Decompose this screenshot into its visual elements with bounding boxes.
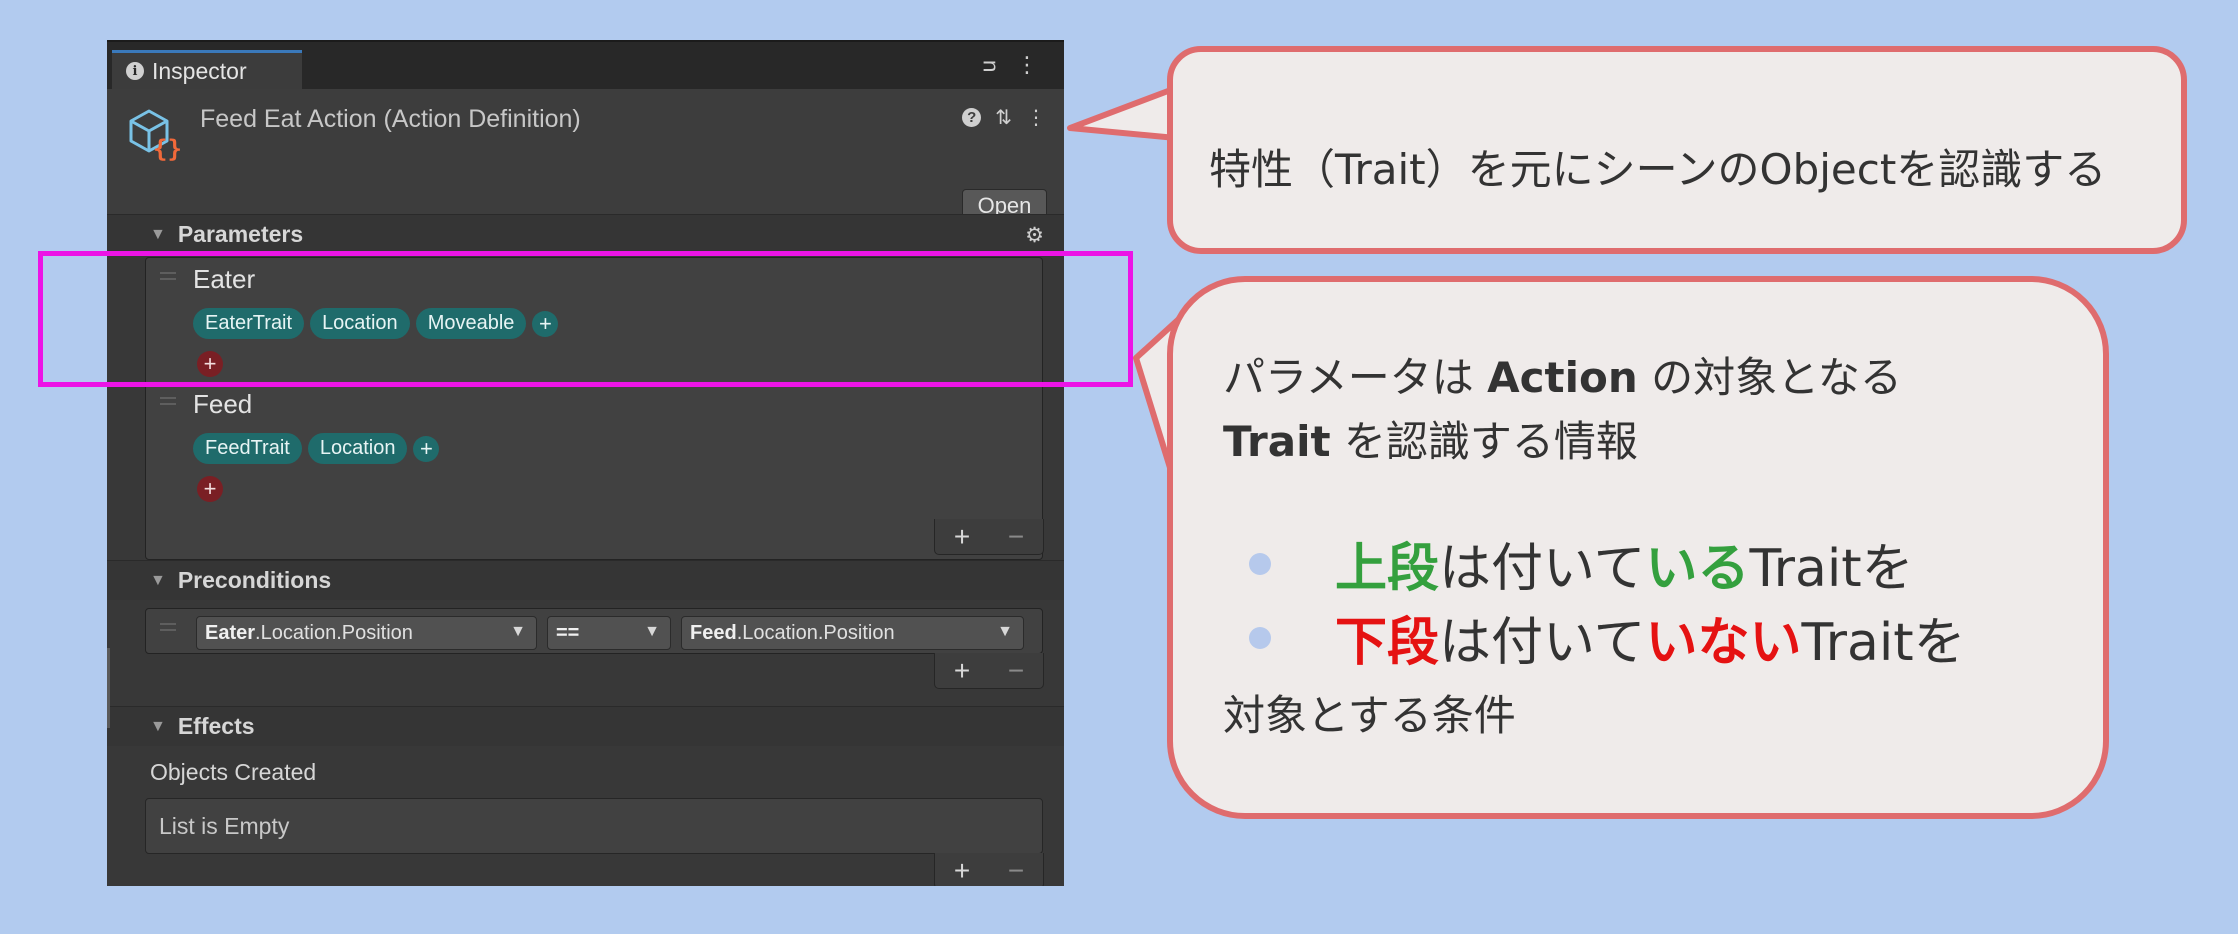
emphasis-text: 上段 (1335, 539, 1440, 599)
callout-strong-text: Action (1487, 353, 1638, 402)
callout-strong-text: Trait (1223, 417, 1331, 466)
bullet-dot-icon (1249, 626, 1271, 649)
callout-text: パラメータは (1223, 353, 1488, 402)
callout-trait-recognition: 特性（Trait）を元にシーンのObjectを認識する (1167, 46, 2187, 254)
callout-parameter-info: パラメータは Action の対象となる Trait を認識する情報 上段 は付い… (1167, 276, 2109, 819)
callout-tail (1067, 85, 1179, 141)
emphasis-text: 下段 (1335, 613, 1440, 673)
bullet-item: 下段 は付いて いない Traitを (1249, 600, 1966, 675)
callout-text: Traitを (1749, 539, 1914, 599)
callout-line: 対象とする条件 (1223, 691, 1516, 740)
emphasis-text: いる (1645, 539, 1750, 599)
callout-text: は付いて (1439, 613, 1646, 673)
callout-line: Trait を認識する情報 (1223, 408, 1638, 469)
callout-text: を認識する情報 (1330, 417, 1638, 466)
callout-text: は付いて (1439, 539, 1646, 599)
callout-text: Traitを (1801, 613, 1966, 673)
bullet-dot-icon (1249, 552, 1271, 575)
callout-text: の対象となる (1637, 353, 1902, 402)
callout-line: パラメータは Action の対象となる (1223, 344, 1902, 405)
emphasis-text: いない (1645, 613, 1802, 673)
callout-text: 特性（Trait）を元にシーンのObjectを認識する (1209, 145, 2107, 194)
bullet-item: 上段 は付いて いる Traitを (1249, 526, 1914, 601)
